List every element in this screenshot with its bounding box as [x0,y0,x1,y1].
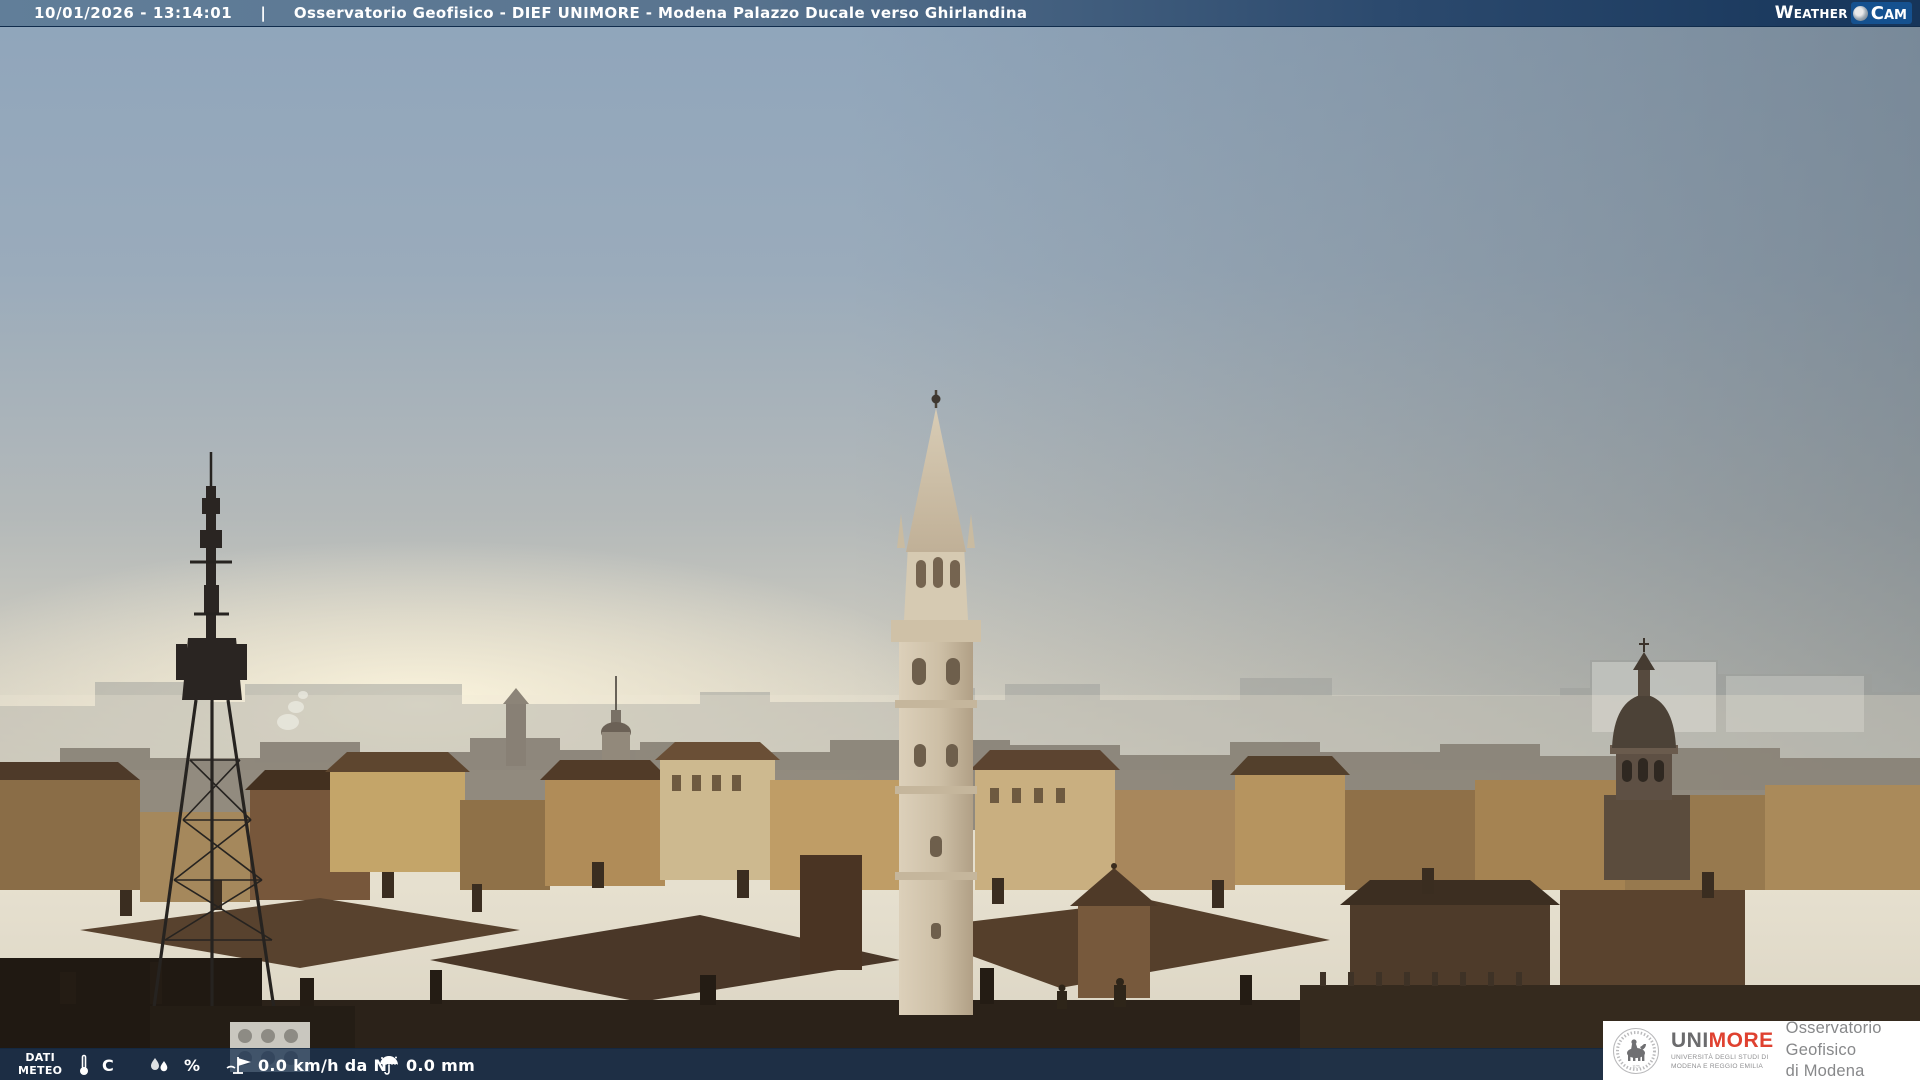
dati-meteo-label: DATI METEO [18,1051,63,1077]
smog-haze [850,0,1920,790]
wind-vane-icon [226,1057,251,1074]
top-overlay-bar: 10/01/2026 - 13:14:01 | Osservatorio Geo… [0,0,1920,27]
rain-readout: 0.0 mm [378,1049,475,1080]
unimore-wordmark: UNIMORE UNIVERSITÀ DEGLI STUDI DI MODENA… [1671,1030,1774,1070]
seal-year: 1175 [1632,1064,1640,1069]
temperature-unit: C [102,1055,115,1075]
wind-readout: 0.0 km/h da N [224,1049,387,1080]
webcam-photo [0,0,1920,1080]
observatory-name-line2: di Modena [1785,1062,1865,1080]
wind-value: 0.0 km/h da N [258,1055,388,1075]
separator: | [260,4,266,22]
unimore-subtitle-line1: UNIVERSITÀ DEGLI STUDI DI [1671,1054,1769,1062]
observatory-name-line1: Osservatorio Geofisico [1785,1019,1882,1059]
weathercam-badge: Cam [1850,2,1912,24]
weathercam-word-weather: Weather [1774,3,1848,23]
humidity-drops-icon [151,1058,168,1072]
humidity-unit: % [184,1055,201,1075]
camera-lens-icon [1852,5,1868,21]
camera-title: Osservatorio Geofisico - DIEF UNIMORE - … [293,4,1028,22]
rain-value: 0.0 mm [406,1055,476,1075]
unimore-seal-icon: 1175 [1613,1027,1659,1074]
umbrella-icon [380,1055,398,1075]
timestamp: 10/01/2026 - 13:14:01 [34,4,233,22]
unimore-more: MORE [1708,1029,1774,1053]
unimore-logo-box: 1175 UNIMORE UNIVERSITÀ DEGLI STUDI DI M… [1603,1018,1920,1080]
unimore-subtitle-line2: MODENA E REGGIO EMILIA [1671,1062,1763,1070]
weathercam-word-cam: Cam [1870,2,1907,24]
thermometer-icon [80,1054,88,1075]
weathercam-logo: Weather Cam [1775,0,1912,26]
webcam-frame: 10/01/2026 - 13:14:01 | Osservatorio Geo… [0,0,1920,1080]
small-spire-tower [503,688,529,766]
observatory-name: Osservatorio Geofisico di Modena [1786,1018,1920,1080]
temperature-readout: C [78,1049,114,1080]
humidity-readout: % [148,1049,200,1080]
unimore-uni: UNI [1671,1029,1709,1053]
